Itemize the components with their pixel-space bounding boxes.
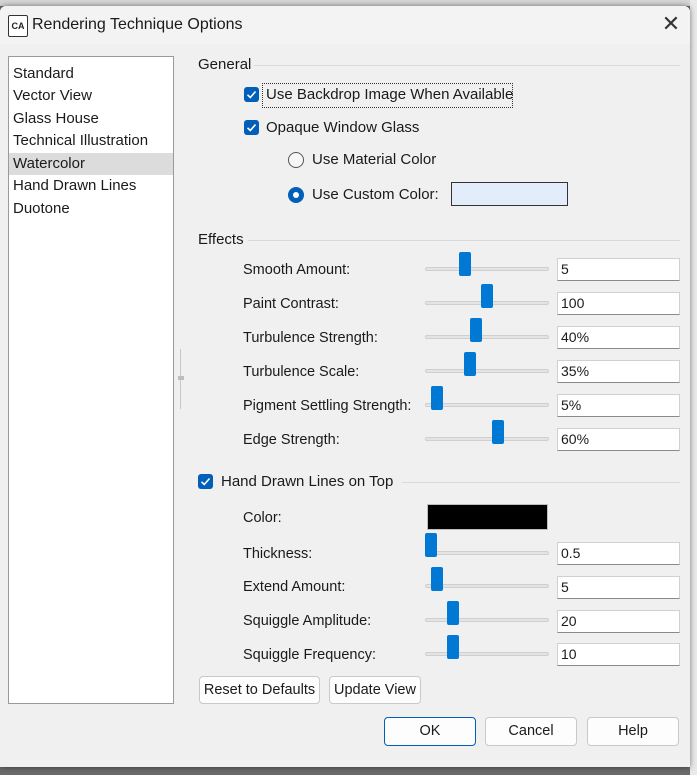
line-color-swatch[interactable] <box>427 504 548 530</box>
dialog-title: Rendering Technique Options <box>32 16 243 33</box>
edge-strength-field[interactable]: 60% <box>557 428 680 451</box>
reset-to-defaults-button[interactable]: Reset to Defaults <box>199 676 320 704</box>
edge-strength-track[interactable] <box>425 437 549 441</box>
squiggle-frequency-slider-thumb[interactable] <box>447 635 460 659</box>
use-backdrop-checkbox[interactable] <box>244 87 259 102</box>
technique-item-technical-illustration[interactable]: Technical Illustration <box>9 130 173 152</box>
material-color-label[interactable]: Use Material Color <box>312 151 436 169</box>
turbulence-scale-track[interactable] <box>425 369 549 373</box>
extend-amount-track[interactable] <box>425 584 549 588</box>
technique-item-standard[interactable]: Standard <box>9 63 173 85</box>
thickness-slider-thumb[interactable] <box>425 533 437 557</box>
pigment-settling-track[interactable] <box>425 403 549 407</box>
extend-amount-label: Extend Amount: <box>243 579 346 595</box>
turbulence-scale-label: Turbulence Scale: <box>243 364 360 380</box>
squiggle-frequency-field[interactable]: 10 <box>557 643 680 666</box>
checkmark-icon <box>246 90 257 99</box>
turbulence-scale-slider-thumb[interactable] <box>464 352 477 376</box>
technique-item-vector-view[interactable]: Vector View <box>9 85 173 107</box>
squiggle-amplitude-label: Squiggle Amplitude: <box>243 613 372 629</box>
turbulence-strength-track[interactable] <box>425 335 549 339</box>
pigment-settling-field[interactable]: 5% <box>557 394 680 417</box>
effects-divider <box>248 240 680 241</box>
smooth-amount-label: Smooth Amount: <box>243 262 351 278</box>
edge-strength-label: Edge Strength: <box>243 432 340 448</box>
squiggle-frequency-track[interactable] <box>425 652 549 656</box>
rendering-technique-dialog: CA Rendering Technique Options ✕ Standar… <box>0 6 690 767</box>
thickness-field[interactable]: 0.5 <box>557 542 680 565</box>
paint-contrast-label: Paint Contrast: <box>243 296 339 312</box>
paint-contrast-slider-thumb[interactable] <box>481 284 493 308</box>
app-icon: CA <box>8 15 28 37</box>
material-color-radio[interactable] <box>288 152 304 168</box>
close-icon[interactable]: ✕ <box>658 12 684 38</box>
custom-color-radio[interactable] <box>288 187 304 203</box>
extend-amount-slider-thumb[interactable] <box>430 567 443 591</box>
cancel-button[interactable]: Cancel <box>485 717 577 746</box>
thickness-label: Thickness: <box>243 546 313 562</box>
title-bar: CA Rendering Technique Options ✕ <box>0 6 690 44</box>
turbulence-scale-field[interactable]: 35% <box>557 360 680 383</box>
squiggle-amplitude-track[interactable] <box>425 618 549 622</box>
technique-item-duotone[interactable]: Duotone <box>9 198 173 220</box>
edge-strength-slider-thumb[interactable] <box>492 420 505 444</box>
hand-drawn-lines-checkbox[interactable] <box>198 474 213 489</box>
opaque-glass-label[interactable]: Opaque Window Glass <box>266 119 419 137</box>
opaque-glass-checkbox[interactable] <box>244 120 259 135</box>
smooth-amount-track[interactable] <box>425 267 549 271</box>
general-section-label: General <box>198 56 252 73</box>
extend-amount-field[interactable]: 5 <box>557 576 680 599</box>
checkmark-icon <box>200 477 211 486</box>
splitter-grip[interactable] <box>178 376 184 380</box>
technique-list[interactable]: Standard Vector View Glass House Technic… <box>8 56 174 704</box>
squiggle-amplitude-field[interactable]: 20 <box>557 610 680 633</box>
thickness-track[interactable] <box>425 551 549 555</box>
paint-contrast-field[interactable]: 100 <box>557 292 680 315</box>
line-color-label: Color: <box>243 510 282 526</box>
update-view-button[interactable]: Update View <box>329 676 421 704</box>
help-button[interactable]: Help <box>587 717 679 746</box>
turbulence-strength-slider-thumb[interactable] <box>469 318 482 342</box>
ok-button[interactable]: OK <box>384 717 476 746</box>
custom-color-swatch[interactable] <box>451 182 568 206</box>
squiggle-frequency-label: Squiggle Frequency: <box>243 647 376 663</box>
technique-item-watercolor[interactable]: Watercolor <box>9 153 173 175</box>
effects-section-label: Effects <box>198 231 244 248</box>
general-divider <box>254 65 680 66</box>
smooth-amount-slider-thumb[interactable] <box>458 252 471 276</box>
pigment-settling-label: Pigment Settling Strength: <box>243 398 412 414</box>
turbulence-strength-label: Turbulence Strength: <box>243 330 378 346</box>
technique-item-hand-drawn-lines[interactable]: Hand Drawn Lines <box>9 175 173 197</box>
background-app-strip <box>690 0 697 775</box>
use-backdrop-label[interactable]: Use Backdrop Image When Available <box>266 86 513 104</box>
pigment-settling-slider-thumb[interactable] <box>430 386 443 410</box>
turbulence-strength-field[interactable]: 40% <box>557 326 680 349</box>
squiggle-amplitude-slider-thumb[interactable] <box>447 601 460 625</box>
lines-divider <box>402 482 680 483</box>
checkmark-icon <box>246 123 257 132</box>
custom-color-label[interactable]: Use Custom Color: <box>312 186 439 204</box>
technique-item-glass-house[interactable]: Glass House <box>9 108 173 130</box>
smooth-amount-field[interactable]: 5 <box>557 258 680 281</box>
hand-drawn-lines-label[interactable]: Hand Drawn Lines on Top <box>221 473 393 491</box>
